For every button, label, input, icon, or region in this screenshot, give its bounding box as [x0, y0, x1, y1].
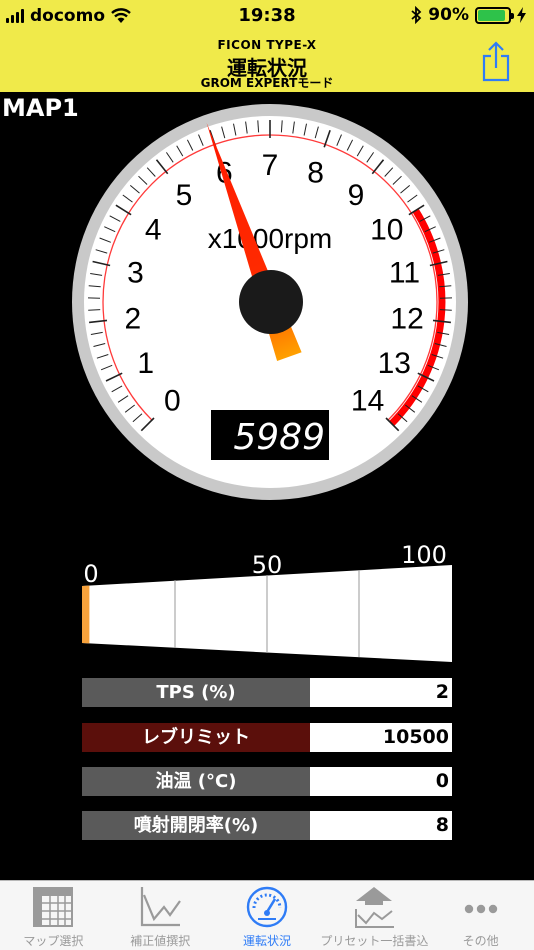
tab-driving-status[interactable]: 運転状況 — [214, 881, 321, 950]
gauge-number-0: 0 — [164, 385, 181, 418]
speedometer-icon — [246, 886, 288, 928]
row-tps: TPS (%) 2 — [82, 678, 452, 707]
row-oil-temp: 油温 (°C) 0 — [82, 767, 452, 796]
line-chart-icon — [141, 887, 182, 927]
row-injection-label: 噴射開閉率(%) — [82, 811, 310, 840]
tps-bar-label-50: 50 — [252, 551, 283, 579]
more-icon — [464, 904, 497, 914]
gauge-number-2: 2 — [125, 303, 142, 336]
tps-bar-fill — [82, 585, 90, 644]
rpm-display-value: 5989 — [233, 417, 325, 458]
gauge-tick — [88, 309, 101, 311]
row-oil-temp-label: 油温 (°C) — [82, 767, 310, 796]
tab-bar: マップ選択 補正値撰択 運転状況 プリセット一括書込 その他 — [0, 880, 534, 950]
upload-chart-icon — [354, 887, 394, 928]
tab-preset-write[interactable]: プリセット一括書込 — [320, 881, 429, 950]
gauge-number-9: 9 — [348, 179, 365, 212]
gauge-hub — [239, 270, 303, 334]
nav-bar: FICON TYPE-X 運転状況 GROM EXPERTモード — [0, 32, 534, 92]
battery-icon — [475, 6, 514, 24]
gauge-number-8: 8 — [307, 157, 324, 190]
row-tps-label: TPS (%) — [82, 678, 310, 707]
tab-map-select-label: マップ選択 — [23, 934, 84, 948]
tab-driving-status-label: 運転状況 — [242, 934, 291, 948]
tab-other-label: その他 — [462, 934, 499, 948]
gauge-unit-label: x1000rpm — [208, 223, 333, 254]
row-oil-temp-value: 0 — [310, 767, 452, 796]
tachometer-gauge: 01234567891011121314 x1000rpm 5989 — [72, 104, 468, 500]
row-tps-value: 2 — [310, 678, 452, 707]
nav-subtitle: FICON TYPE-X — [217, 38, 317, 52]
tps-bar: 0 50 100 — [82, 541, 452, 662]
tab-map-select[interactable]: マップ選択 — [0, 881, 107, 950]
gauge-number-12: 12 — [390, 303, 423, 336]
tab-correction-label: 補正値撰択 — [130, 934, 191, 948]
row-rev-limit-label: レブリミット — [82, 723, 310, 752]
tps-bar-label-0: 0 — [83, 560, 98, 588]
row-injection-value: 8 — [310, 811, 452, 840]
status-bar: docomo 19:38 90% — [0, 0, 534, 32]
tab-other[interactable]: その他 — [427, 881, 534, 950]
grid-icon — [33, 887, 74, 927]
gauge-number-3: 3 — [127, 256, 144, 289]
gauge-tick — [439, 309, 452, 311]
tab-correction[interactable]: 補正値撰択 — [107, 881, 214, 950]
tab-preset-write-label: プリセット一括書込 — [320, 934, 429, 948]
row-rev-limit-value: 10500 — [310, 723, 452, 752]
row-rev-limit: レブリミット 10500 — [82, 723, 452, 752]
charging-icon — [517, 7, 526, 23]
share-icon[interactable] — [480, 40, 512, 82]
gauge-number-5: 5 — [176, 179, 193, 212]
status-right: 90% — [410, 5, 526, 25]
nav-mode: GROM EXPERTモード — [200, 76, 334, 90]
gauge-number-13: 13 — [378, 347, 411, 380]
gauge-number-10: 10 — [370, 214, 403, 247]
gauge-number-7: 7 — [262, 149, 279, 182]
tps-bar-label-100: 100 — [401, 541, 447, 569]
row-injection: 噴射開閉率(%) 8 — [82, 811, 452, 840]
gauge-number-4: 4 — [145, 214, 162, 247]
gauge-number-1: 1 — [137, 347, 154, 380]
bluetooth-icon — [411, 6, 422, 24]
gauge-number-11: 11 — [389, 256, 420, 289]
gauge-number-14: 14 — [351, 385, 384, 418]
battery-percent: 90% — [428, 5, 469, 25]
